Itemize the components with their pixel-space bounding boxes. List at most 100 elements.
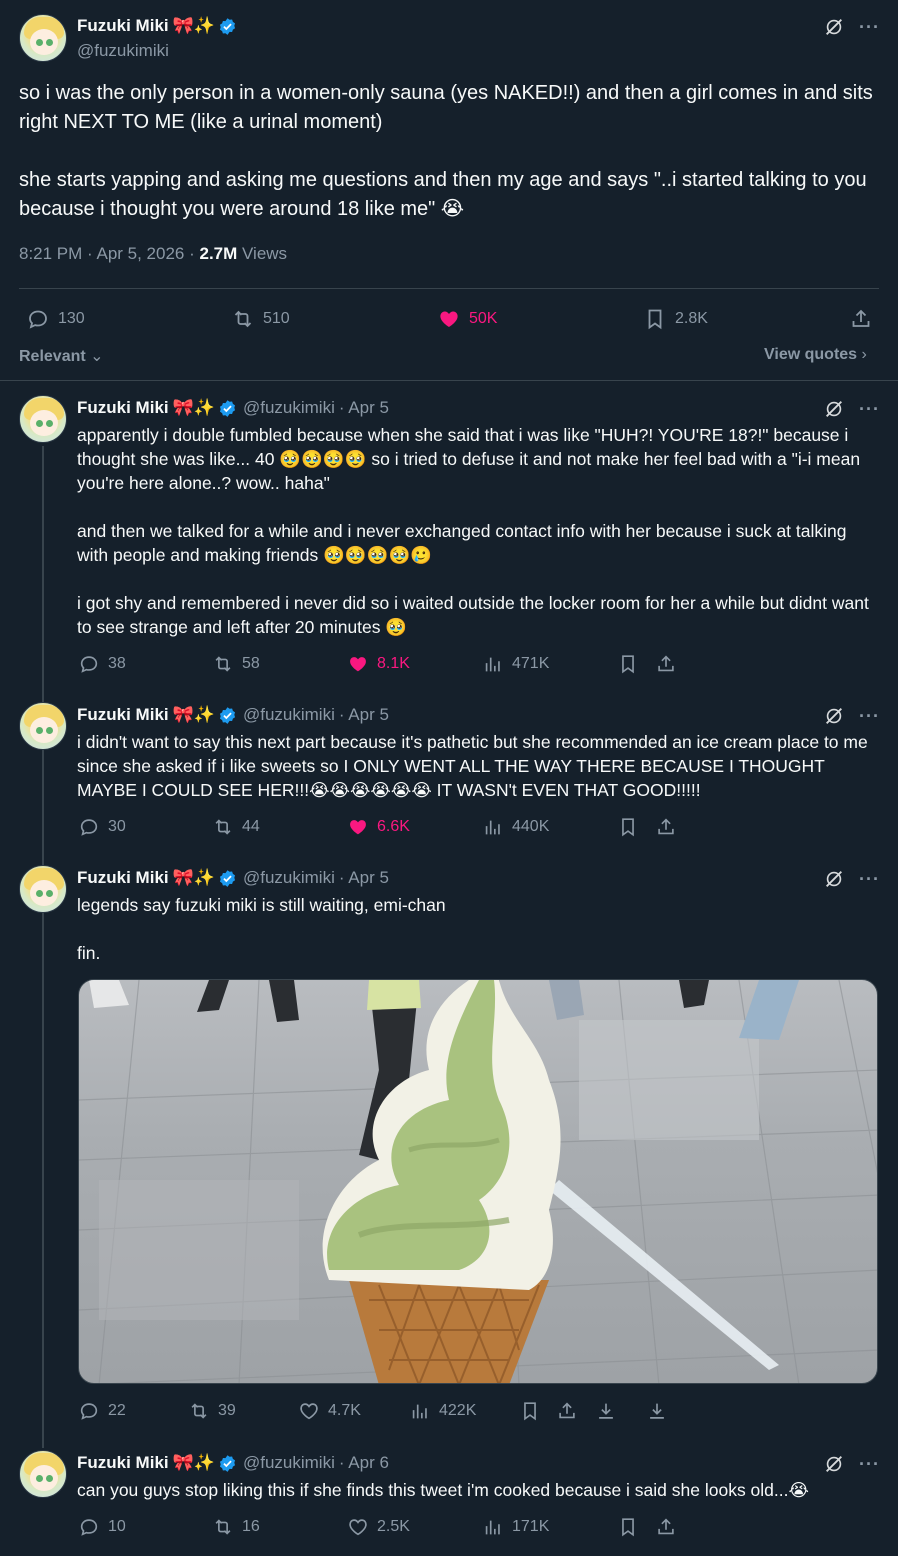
bookmark-count: 2.8K [675,310,708,327]
author-name[interactable]: Fuzuki Miki [77,868,169,888]
repost-icon [212,1516,234,1538]
grok-icon[interactable] [823,705,845,727]
grok-icon[interactable] [823,1453,845,1475]
repost-count: 510 [263,310,290,327]
tweet-actions-top: ··· [823,705,880,727]
post-date[interactable]: · Apr 5 [339,868,389,888]
author-handle[interactable]: @fuzukimiki [243,398,335,418]
post-date[interactable]: · Apr 6 [339,1453,389,1473]
repost-icon [212,653,234,675]
more-icon[interactable]: ··· [859,1454,880,1475]
tweet-text: can you guys stop liking this if she fin… [77,1480,809,1500]
more-icon[interactable]: ··· [859,869,880,890]
sort-label: Relevant [19,348,86,365]
views-button[interactable]: 471K [482,653,549,675]
tweet-time[interactable]: 8:21 PM · Apr 5, 2026 · [19,244,199,263]
views-label: Views [237,244,288,263]
repost-button[interactable]: 510 [231,307,290,331]
photo-illustration [79,980,877,1383]
avatar[interactable] [19,14,67,62]
repost-count: 16 [242,1518,260,1535]
post-date[interactable]: · Apr 5 [339,398,389,418]
repost-button[interactable]: 58 [212,653,260,675]
verified-badge-icon[interactable] [218,1454,237,1473]
avatar[interactable] [19,702,67,750]
reply-button[interactable]: 30 [78,816,126,838]
bookmark-icon[interactable] [617,816,639,838]
like-button[interactable]: 2.5K [347,1516,410,1538]
heart-icon [298,1400,320,1422]
verified-badge-icon[interactable] [218,706,237,725]
reply-button[interactable]: 130 [26,307,85,331]
repost-button[interactable]: 16 [212,1516,260,1538]
tweet-text: so i was the only person in a women-only… [19,82,873,220]
bookmark-button[interactable]: 2.8K [643,307,708,331]
author-row: Fuzuki Miki 🎀✨ @fuzukimiki · Apr 5 [77,868,389,888]
views-button[interactable]: 171K [482,1516,549,1538]
repost-button[interactable]: 44 [212,816,260,838]
grok-icon[interactable] [823,16,845,38]
like-button[interactable]: 6.6K [347,816,410,838]
view-quotes-label: View quotes [764,346,858,363]
like-count: 4.7K [328,1402,361,1419]
like-button[interactable]: 8.1K [347,653,410,675]
like-count: 8.1K [377,655,410,672]
reply-icon [78,816,100,838]
bookmark-icon[interactable] [617,653,639,675]
share-icon[interactable] [655,653,677,675]
grok-icon[interactable] [823,398,845,420]
views-icon [482,1516,504,1538]
bookmark-icon[interactable] [617,1516,639,1538]
author-row: Fuzuki Miki 🎀✨ @fuzukimiki · Apr 5 [77,398,389,418]
verified-badge-icon[interactable] [218,17,237,36]
reply-icon [78,653,100,675]
reply-button[interactable]: 38 [78,653,126,675]
avatar[interactable] [19,1450,67,1498]
like-count: 2.5K [377,1518,410,1535]
views-count: 2.7M [199,244,238,263]
more-icon[interactable]: ··· [859,17,880,38]
bookmark-icon [643,307,667,331]
views-button[interactable]: 440K [482,816,549,838]
author-handle[interactable]: @fuzukimiki [243,1453,335,1473]
avatar[interactable] [19,865,67,913]
reply-button[interactable]: 10 [78,1516,126,1538]
grok-icon[interactable] [823,868,845,890]
author-handle[interactable]: @fuzukimiki [243,868,335,888]
views-button[interactable]: 422K [409,1400,476,1422]
like-button[interactable]: 4.7K [298,1400,361,1422]
more-icon[interactable]: ··· [859,399,880,420]
reply-button[interactable]: 22 [78,1400,126,1422]
author-handle[interactable]: @fuzukimiki [77,41,169,61]
more-icon[interactable]: ··· [859,706,880,727]
author-name[interactable]: Fuzuki Miki [77,1453,169,1473]
repost-count: 58 [242,655,260,672]
avatar[interactable] [19,395,67,443]
repost-button[interactable]: 39 [188,1400,236,1422]
author-name[interactable]: Fuzuki Miki [77,398,169,418]
repost-icon [231,307,255,331]
verified-badge-icon[interactable] [218,869,237,888]
ice-cream-photo[interactable] [78,979,878,1384]
share-icon[interactable] [556,1400,578,1422]
download-icon[interactable] [595,1400,617,1422]
verified-badge-icon[interactable] [218,399,237,418]
reply-count: 38 [108,655,126,672]
bookmark-icon[interactable] [519,1400,541,1422]
share-icon[interactable] [655,1516,677,1538]
download-icon[interactable] [646,1400,668,1422]
author-handle[interactable]: @fuzukimiki [243,705,335,725]
share-icon[interactable] [849,307,873,331]
like-count: 50K [469,310,498,327]
like-button[interactable]: 50K [437,307,497,331]
author-name[interactable]: Fuzuki Miki [77,16,169,36]
reply-count: 10 [108,1518,126,1535]
author-name[interactable]: Fuzuki Miki [77,705,169,725]
divider [19,288,879,289]
view-quotes-link[interactable]: View quotes › [764,346,867,364]
post-date[interactable]: · Apr 5 [339,705,389,725]
sort-dropdown[interactable]: Relevant ⌄ [19,346,104,366]
tweet-text: legends say fuzuki miki is still waiting… [77,895,446,963]
chevron-down-icon: ⌄ [85,348,104,365]
share-icon[interactable] [655,816,677,838]
